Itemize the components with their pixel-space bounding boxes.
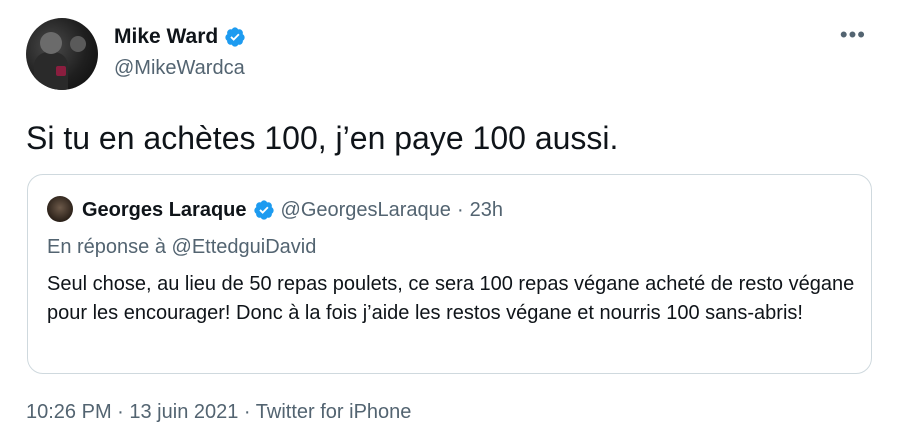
tweet-timestamp-meta[interactable]: 10:26 PM · 13 juin 2021 · Twitter for iP… <box>26 399 411 425</box>
quoted-author-avatar <box>47 196 73 222</box>
verified-badge-icon <box>225 27 245 47</box>
author-avatar[interactable] <box>26 18 98 90</box>
quoted-tweet-card[interactable]: Georges Laraque @GeorgesLaraque · 23h En… <box>27 174 872 374</box>
quoted-timestamp: 23h <box>469 199 503 221</box>
author-name[interactable]: Mike Ward <box>114 24 218 50</box>
quoted-tweet-header: Georges Laraque @GeorgesLaraque · 23h <box>82 197 503 223</box>
tweet-text: Si tu en achètes 100, j’en paye 100 auss… <box>26 120 619 156</box>
quoted-author-name: Georges Laraque <box>82 199 247 221</box>
author-handle[interactable]: @MikeWardca <box>114 56 245 80</box>
more-options-icon[interactable]: ••• <box>840 24 866 46</box>
author-name-row[interactable]: Mike Ward <box>114 24 246 50</box>
verified-badge-icon <box>253 200 274 220</box>
quoted-tweet-text: Seul chose, au lieu de 50 repas poulets,… <box>47 273 855 324</box>
dot-separator: · <box>456 199 464 221</box>
reply-context: En réponse à @EttedguiDavid <box>47 236 317 258</box>
quoted-author-handle: @GeorgesLaraque <box>280 199 451 221</box>
